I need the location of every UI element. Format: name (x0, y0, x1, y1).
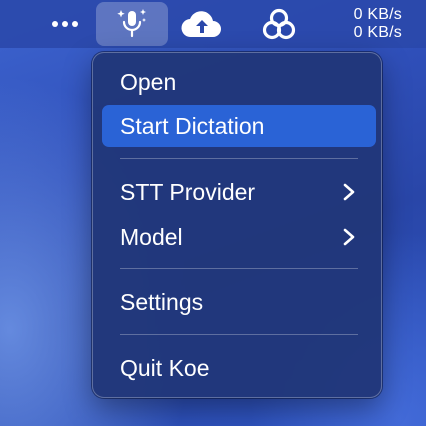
menu-item-label: Settings (120, 288, 204, 315)
menu-item-label: Quit Koe (120, 354, 210, 381)
cloud-sync-icon[interactable] (176, 0, 228, 48)
download-speed: 0 KB/s (353, 24, 402, 41)
microphone-sparkle-icon[interactable] (96, 2, 168, 46)
more-icon[interactable] (46, 0, 84, 48)
menu-separator (120, 158, 358, 159)
menu-item-label: Open (120, 68, 177, 95)
menu-item-label: Start Dictation (120, 112, 265, 139)
menu-bar: 0 KB/s 0 KB/s (0, 0, 426, 48)
menu-item-model[interactable]: Model (102, 216, 376, 258)
chevron-right-icon (343, 228, 355, 246)
menu-item-open[interactable]: Open (102, 61, 376, 103)
chevron-right-icon (343, 183, 355, 201)
menu-item-label: Model (120, 223, 183, 250)
network-speed[interactable]: 0 KB/s 0 KB/s (354, 6, 402, 42)
upload-speed: 0 KB/s (353, 6, 402, 23)
menu-item-quit[interactable]: Quit Koe (102, 347, 376, 389)
menu-item-start-dictation[interactable]: Start Dictation (102, 105, 376, 147)
triad-logo-icon[interactable] (256, 0, 302, 48)
koe-dropdown-menu: Open Start Dictation STT Provider Model … (92, 52, 382, 398)
menu-separator (120, 268, 358, 269)
menu-separator (120, 334, 358, 335)
menu-item-settings[interactable]: Settings (102, 281, 376, 323)
menu-item-stt-provider[interactable]: STT Provider (102, 171, 376, 213)
menu-item-label: STT Provider (120, 178, 256, 205)
